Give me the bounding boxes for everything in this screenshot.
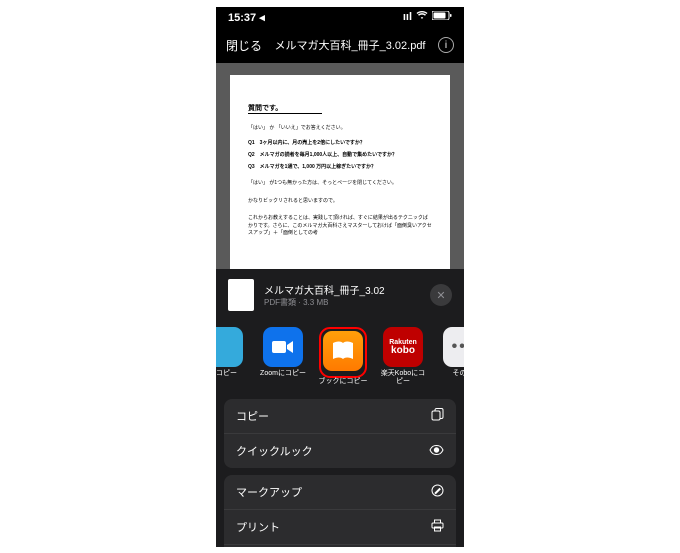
markup-icon bbox=[431, 484, 444, 500]
doc-heading: 質問です。 bbox=[248, 103, 322, 114]
status-bar: 15:37 ◂ ııl bbox=[216, 7, 464, 27]
app-label: その他 bbox=[453, 370, 465, 378]
action-list: コピー クイックルック マークアップ bbox=[216, 399, 464, 547]
action-copy[interactable]: コピー bbox=[224, 399, 456, 434]
app-icon-partial bbox=[216, 327, 243, 367]
battery-icon bbox=[432, 11, 452, 23]
document-title: メルマガ大百科_冊子_3.02.pdf bbox=[274, 37, 426, 53]
action-quicklook[interactable]: クイックルック bbox=[224, 434, 456, 468]
action-label: マークアップ bbox=[236, 484, 302, 500]
zoom-icon bbox=[263, 327, 303, 367]
app-label: 楽天Koboにコピー bbox=[378, 370, 428, 387]
action-label: クイックルック bbox=[236, 443, 313, 459]
app-item-books[interactable]: ブックにコピー bbox=[318, 327, 368, 387]
file-name: メルマガ大百科_冊子_3.02 bbox=[264, 282, 420, 297]
document-page[interactable]: 質問です。 「はい」 か 「いいえ」でお答えください。 Q1 3ヶ月以内に、月の… bbox=[230, 75, 450, 270]
app-row[interactable]: にコピー Zoomにコピー ブックにコピー Rakuten k bbox=[216, 321, 464, 399]
status-right: ııl bbox=[403, 11, 452, 23]
doc-q1: Q1 3ヶ月以内に、月の売上を2倍にしたいですか？ bbox=[248, 139, 432, 146]
app-label: Zoomにコピー bbox=[260, 370, 306, 378]
copy-icon bbox=[431, 408, 444, 424]
doc-p1: 「はい」 が1つも無かった方は、そっとページを閉じてください。 bbox=[248, 180, 432, 188]
app-item-kobo[interactable]: Rakuten kobo 楽天Koboにコピー bbox=[378, 327, 428, 387]
kobo-brand-2: kobo bbox=[391, 346, 415, 356]
sheet-header: メルマガ大百科_冊子_3.02 PDF書類 · 3.3 MB ✕ bbox=[216, 269, 464, 321]
file-meta: PDF書類 · 3.3 MB bbox=[264, 297, 420, 308]
phone-frame: 15:37 ◂ ııl 閉じる メルマガ大百科_冊子_3.02.pdf i 質問… bbox=[216, 7, 464, 547]
kobo-icon: Rakuten kobo bbox=[383, 327, 423, 367]
info-button[interactable]: i bbox=[438, 37, 454, 53]
action-markup[interactable]: マークアップ bbox=[224, 475, 456, 510]
app-label: ブックにコピー bbox=[319, 378, 368, 386]
app-item-more[interactable]: ••• その他 bbox=[438, 327, 464, 387]
nav-bar: 閉じる メルマガ大百科_冊子_3.02.pdf i bbox=[216, 27, 464, 63]
app-item-zoom[interactable]: Zoomにコピー bbox=[258, 327, 308, 387]
app-item-partial[interactable]: にコピー bbox=[216, 327, 248, 387]
books-icon bbox=[323, 331, 363, 371]
action-label: コピー bbox=[236, 408, 269, 424]
share-sheet: メルマガ大百科_冊子_3.02 PDF書類 · 3.3 MB ✕ にコピー Zo… bbox=[216, 269, 464, 547]
wifi-icon bbox=[416, 11, 428, 23]
action-group-2: マークアップ プリント "ファイル"に保存 bbox=[224, 475, 456, 547]
doc-q2: Q2 メルマガの読者を毎月1,000人以上、自動で集めたいですか？ bbox=[248, 151, 432, 158]
doc-q3: Q3 メルマガを1通で、1,000 万円以上稼ぎたいですか？ bbox=[248, 163, 432, 170]
doc-p2: かなりビックリされると思いますので。 bbox=[248, 198, 432, 206]
doc-p3: これからお教えすることは、実践して頂ければ、すぐに結果が出るテクニックばかりです… bbox=[248, 215, 432, 238]
file-thumbnail-icon bbox=[228, 279, 254, 311]
action-label: プリント bbox=[236, 519, 280, 535]
file-info: メルマガ大百科_冊子_3.02 PDF書類 · 3.3 MB bbox=[264, 282, 420, 308]
print-icon bbox=[431, 519, 444, 535]
action-group-1: コピー クイックルック bbox=[224, 399, 456, 468]
document-preview: 質問です。 「はい」 か 「いいえ」でお答えください。 Q1 3ヶ月以内に、月の… bbox=[216, 63, 464, 269]
close-button[interactable]: 閉じる bbox=[226, 37, 262, 54]
sheet-close-button[interactable]: ✕ bbox=[430, 284, 452, 306]
action-save-files[interactable]: "ファイル"に保存 bbox=[224, 545, 456, 547]
action-print[interactable]: プリント bbox=[224, 510, 456, 545]
app-label: にコピー bbox=[216, 370, 237, 378]
signal-icon: ııl bbox=[403, 11, 412, 23]
eye-icon bbox=[429, 444, 444, 458]
doc-sub: 「はい」 か 「いいえ」でお答えください。 bbox=[248, 124, 432, 131]
more-icon: ••• bbox=[443, 327, 464, 367]
status-time: 15:37 ◂ bbox=[228, 11, 265, 24]
